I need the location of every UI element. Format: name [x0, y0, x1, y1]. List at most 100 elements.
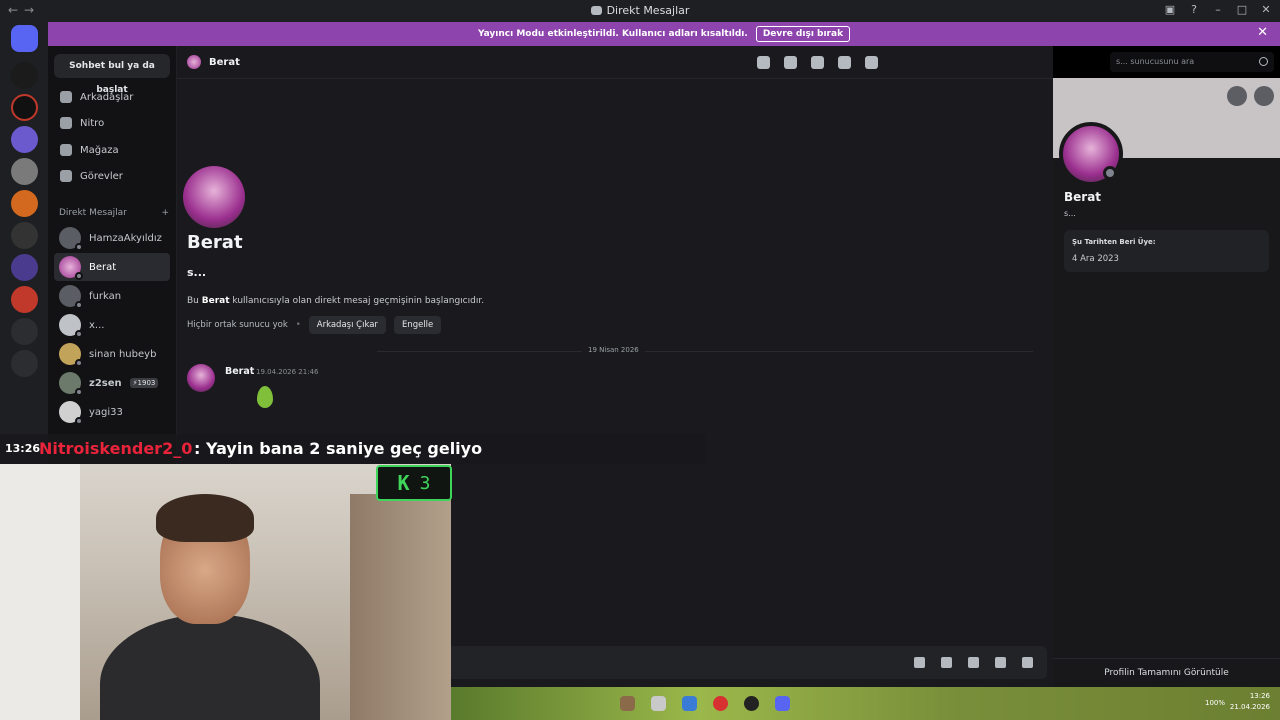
kick-logo-icon: K — [397, 471, 410, 495]
member-since-label: Şu Tarihten Beri Üye: — [1072, 238, 1156, 246]
server-icon[interactable] — [11, 126, 38, 153]
discord-taskbar-icon[interactable] — [775, 696, 790, 711]
chat-header-name[interactable]: Berat — [209, 57, 240, 68]
search-icon — [1259, 57, 1268, 66]
create-dm-button[interactable]: + — [161, 208, 169, 218]
dm-item[interactable]: HamzaAkyıldız — [54, 224, 170, 252]
inbox-icon[interactable]: ▣ — [1164, 4, 1176, 16]
mutual-servers-text: Hiçbir ortak sunucu yok — [187, 320, 288, 330]
dm-item[interactable]: z2sen ⚡1903 — [54, 369, 170, 397]
minimize-icon[interactable]: – — [1212, 4, 1224, 16]
app-icon[interactable] — [651, 696, 666, 711]
search-input[interactable]: s... sunucusunu ara — [1110, 52, 1274, 72]
dm-item[interactable]: x... — [54, 311, 170, 339]
viewer-count: 3 — [419, 472, 431, 494]
profile-avatar-large — [183, 166, 245, 228]
close-banner-icon[interactable]: ✕ — [1257, 25, 1268, 40]
dm-start-intro: Bu Berat kullanıcısıyla olan direkt mesa… — [187, 296, 485, 306]
nav-quests[interactable]: Görevler — [56, 163, 170, 189]
voice-call-icon[interactable] — [757, 56, 770, 69]
message-timestamp: 19.04.2026 21:46 — [256, 368, 319, 376]
profile-username: s... — [1064, 209, 1076, 218]
window-title: Direkt Mesajlar — [0, 4, 1280, 17]
avatar — [59, 314, 83, 338]
streamer-mode-banner: Yayıncı Modu etkinleştirildi. Kullanıcı … — [48, 22, 1280, 46]
disable-streamer-mode-button[interactable]: Devre dışı bırak — [755, 26, 851, 42]
nitro-icon — [60, 117, 72, 129]
sticker-leaf[interactable] — [257, 386, 273, 408]
clock[interactable]: 13:26 21.04.2026 — [1230, 691, 1270, 713]
dm-section-header: Direkt Mesajlar + — [59, 208, 169, 218]
composer-actions — [914, 657, 1033, 668]
streamer-webcam-image — [100, 494, 320, 720]
nav-nitro[interactable]: Nitro — [56, 110, 170, 136]
profile-name: Berat — [1064, 190, 1102, 204]
home-dm-button[interactable] — [11, 25, 38, 52]
sticker-icon[interactable] — [968, 657, 979, 668]
add-friend-icon[interactable] — [1227, 86, 1247, 106]
member-since-date: 4 Ara 2023 — [1072, 254, 1119, 264]
pin-icon[interactable] — [811, 56, 824, 69]
avatar — [59, 401, 83, 425]
overlay-message: : Yayin bana 2 saniye geç geliyo — [194, 439, 483, 458]
remove-friend-button[interactable]: Arkadaşı Çıkar — [308, 316, 386, 334]
server-icon[interactable] — [11, 254, 38, 281]
server-icon[interactable] — [11, 190, 38, 217]
gift-icon[interactable] — [914, 657, 925, 668]
dm-item[interactable]: sinan hubeyb — [54, 340, 170, 368]
help-icon[interactable]: ? — [1188, 4, 1200, 16]
dm-item-active[interactable]: Berat — [54, 253, 170, 281]
server-icon[interactable] — [11, 94, 38, 121]
discover-icon[interactable] — [11, 350, 38, 377]
app-icon[interactable] — [682, 696, 697, 711]
date-divider-label: 19 Nisan 2026 — [582, 346, 645, 354]
friends-icon — [60, 91, 72, 103]
close-icon[interactable]: ✕ — [1260, 4, 1272, 16]
quests-icon — [60, 170, 72, 182]
title-bar: ←→ Direkt Mesajlar ▣ ? – □ ✕ — [0, 0, 1280, 22]
add-friends-to-dm-icon[interactable] — [838, 56, 851, 69]
app-icon[interactable] — [744, 696, 759, 711]
overlay-time: 13:26 — [5, 442, 41, 455]
dm-item[interactable]: furkan — [54, 282, 170, 310]
view-full-profile-button[interactable]: Profilin Tamamını Görüntüle — [1053, 658, 1280, 687]
header-actions — [757, 56, 878, 69]
discord-icon — [590, 6, 602, 15]
dm-item[interactable]: yagi33 — [54, 398, 170, 426]
message-author[interactable]: Berat — [225, 366, 254, 377]
user-profile-panel: Berat s... Şu Tarihten Beri Üye: 4 Ara 2… — [1053, 78, 1280, 687]
avatar — [59, 285, 83, 309]
dm-start-username: s... — [187, 266, 207, 279]
message-composer[interactable] — [447, 646, 1047, 679]
find-conversation-button[interactable]: Sohbet bul ya da başlat — [54, 54, 170, 95]
dm-start-actions: Hiçbir ortak sunucu yok • Arkadaşı Çıkar… — [187, 316, 442, 334]
user-profile-icon[interactable] — [865, 56, 878, 69]
video-call-icon[interactable] — [784, 56, 797, 69]
server-icon[interactable] — [11, 62, 38, 89]
app-icon[interactable] — [620, 696, 635, 711]
server-icon[interactable] — [11, 158, 38, 185]
emoji-icon[interactable] — [995, 657, 1006, 668]
nav-friends[interactable]: Arkadaşlar — [56, 84, 170, 110]
add-server-icon[interactable] — [11, 318, 38, 345]
avatar — [59, 256, 83, 280]
avatar — [59, 227, 83, 251]
apps-icon[interactable] — [1022, 657, 1033, 668]
windows-taskbar: 100% 13:26 21.04.2026 — [450, 687, 1280, 720]
opera-icon[interactable] — [713, 696, 728, 711]
block-button[interactable]: Engelle — [393, 316, 442, 334]
profile-avatar[interactable] — [1059, 122, 1123, 186]
maximize-icon[interactable]: □ — [1236, 4, 1248, 16]
avatar — [59, 372, 83, 396]
server-icon[interactable] — [11, 222, 38, 249]
nav-shop[interactable]: Mağaza — [56, 137, 170, 163]
stream-chat-overlay: 13:26 Nitroiskender2_0 : Yayin bana 2 sa… — [0, 434, 705, 464]
more-options-icon[interactable] — [1254, 86, 1274, 106]
server-tag-badge: ⚡1903 — [129, 378, 159, 388]
server-icon[interactable] — [11, 286, 38, 313]
avatar — [59, 343, 83, 367]
gif-icon[interactable] — [941, 657, 952, 668]
battery-percent: 100% — [1204, 699, 1225, 707]
message-avatar[interactable] — [187, 364, 215, 392]
dm-start-name: Berat — [187, 232, 243, 253]
